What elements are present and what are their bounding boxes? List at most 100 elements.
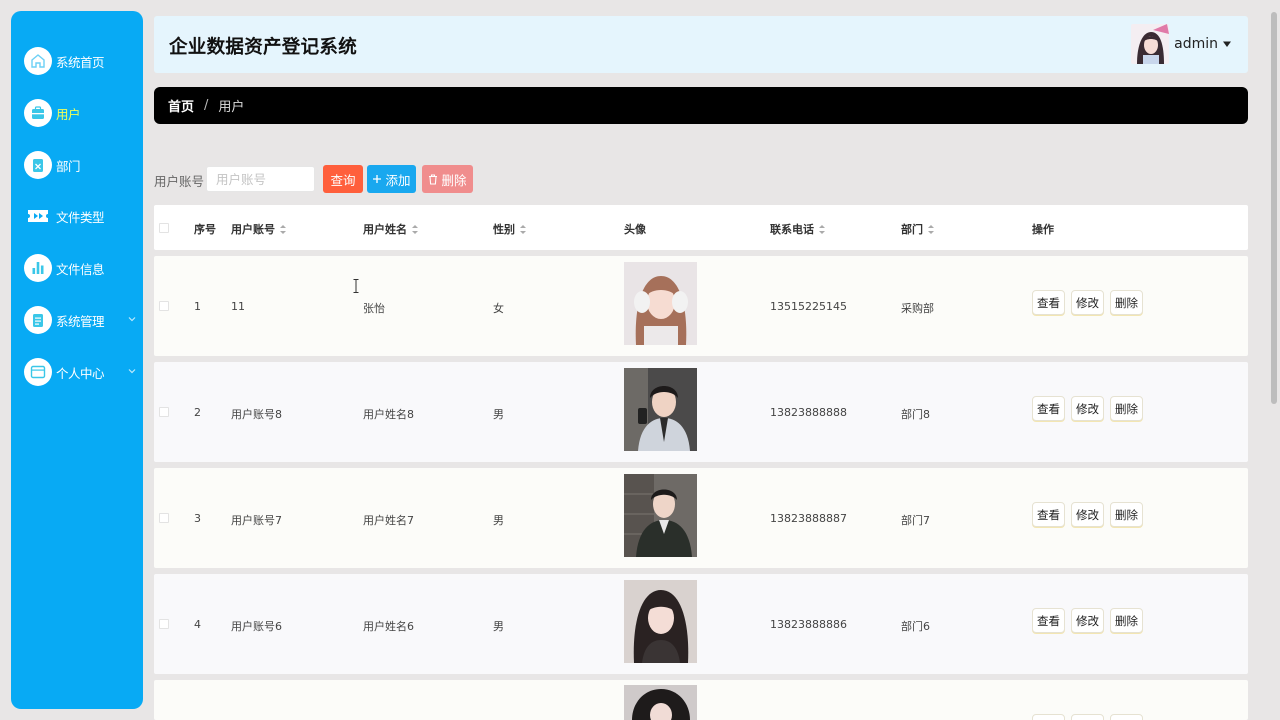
view-button[interactable] <box>1032 714 1065 720</box>
view-button[interactable]: 查看 <box>1032 502 1065 527</box>
table-header: 序号 用户账号 用户姓名 性别 头像 联系电话 部门 操作 <box>154 205 1248 250</box>
column-header-avatar: 头像 <box>624 223 646 236</box>
cell-gender: 男 <box>493 620 504 633</box>
view-button[interactable]: 查看 <box>1032 290 1065 315</box>
sort-icon <box>412 224 418 234</box>
user-avatar-image[interactable] <box>624 368 697 451</box>
edit-button[interactable]: 修改 <box>1071 396 1104 421</box>
cell-phone: 13823888888 <box>770 406 847 419</box>
user-menu[interactable]: admin <box>1131 24 1232 64</box>
cell-account: 用户账号6 <box>231 620 282 633</box>
text-cursor-icon <box>353 279 359 293</box>
sidebar-item-departments[interactable]: 部门 <box>24 149 139 181</box>
edit-button[interactable]: 修改 <box>1071 290 1104 315</box>
avatar <box>1131 24 1170 64</box>
breadcrumb-current: 用户 <box>218 100 245 115</box>
cell-department: 部门8 <box>901 408 930 421</box>
chevron-down-icon <box>128 369 136 374</box>
sort-icon <box>819 224 825 234</box>
table-row <box>154 680 1248 720</box>
sidebar-item-label: 系统首页 <box>56 54 105 70</box>
plus-icon <box>373 175 382 183</box>
cell-account: 用户账号7 <box>231 514 282 527</box>
sidebar-item-personal-center[interactable]: 个人中心 <box>24 356 139 388</box>
delete-button[interactable]: 删除 <box>1110 290 1143 315</box>
row-checkbox[interactable] <box>159 407 169 417</box>
view-button[interactable]: 查看 <box>1032 608 1065 633</box>
sidebar-item-users[interactable]: 用户 <box>24 97 139 129</box>
cell-name: 用户姓名6 <box>363 620 414 633</box>
cell-department: 采购部 <box>901 302 934 315</box>
column-header-index: 序号 <box>194 223 216 236</box>
user-avatar-image[interactable] <box>624 580 697 663</box>
cell-gender: 男 <box>493 514 504 527</box>
row-checkbox[interactable] <box>159 513 169 523</box>
cell-name: 用户姓名8 <box>363 408 414 421</box>
delete-button[interactable] <box>1110 714 1143 720</box>
bar-chart-icon <box>24 254 52 282</box>
sidebar: 系统首页 用户 部门 文件类型 文件信息 系统管理 个人中心 <box>11 11 143 709</box>
query-button-label: 查询 <box>330 172 356 188</box>
table-row: 4 用户账号6 用户姓名6 男 13823888886 部门6 查看 修改 删除 <box>154 574 1248 674</box>
briefcase-icon <box>24 99 52 127</box>
select-all-checkbox[interactable] <box>159 223 169 233</box>
search-input[interactable] <box>206 166 315 192</box>
row-checkbox[interactable] <box>159 619 169 629</box>
delete-button[interactable]: 删除 <box>1110 396 1143 421</box>
cell-account: 11 <box>231 300 245 313</box>
clipboard-icon <box>24 151 52 179</box>
trash-icon <box>429 173 438 185</box>
add-button[interactable]: 添加 <box>367 165 416 193</box>
home-icon <box>24 47 52 75</box>
cell-index: 1 <box>194 300 201 313</box>
view-button[interactable]: 查看 <box>1032 396 1065 421</box>
sidebar-item-label: 个人中心 <box>56 365 105 381</box>
search-label: 用户账号 <box>154 174 205 189</box>
cell-name: 用户姓名7 <box>363 514 414 527</box>
column-header-phone[interactable]: 联系电话 <box>770 221 825 237</box>
sidebar-item-label: 用户 <box>56 106 81 122</box>
table-row: 1 11 张怡 女 13515225145 采购部 查看 修改 删除 <box>154 256 1248 356</box>
delete-button[interactable]: 删除 <box>1110 502 1143 527</box>
table-row: 3 用户账号7 用户姓名7 男 13823888887 部门7 查看 修改 删除 <box>154 468 1248 568</box>
row-checkbox[interactable] <box>159 301 169 311</box>
cell-index: 4 <box>194 618 201 631</box>
batch-delete-button[interactable]: 删除 <box>422 165 473 193</box>
sidebar-item-home[interactable]: 系统首页 <box>24 45 139 77</box>
column-header-department[interactable]: 部门 <box>901 221 934 237</box>
add-button-label: 添加 <box>385 172 411 188</box>
sidebar-item-label: 文件类型 <box>56 209 105 225</box>
cell-gender: 女 <box>493 302 504 315</box>
column-header-gender[interactable]: 性别 <box>493 221 526 237</box>
cell-phone: 13515225145 <box>770 300 847 313</box>
cell-index: 2 <box>194 406 201 419</box>
top-header: 企业数据资产登记系统 admin <box>154 16 1248 73</box>
sort-icon <box>520 224 526 234</box>
sidebar-item-label: 系统管理 <box>56 313 105 329</box>
delete-button[interactable]: 删除 <box>1110 608 1143 633</box>
edit-button[interactable] <box>1071 714 1104 720</box>
sidebar-item-file-info[interactable]: 文件信息 <box>24 252 139 284</box>
user-avatar-image[interactable] <box>624 262 697 345</box>
cell-gender: 男 <box>493 408 504 421</box>
user-avatar-image[interactable] <box>624 474 697 557</box>
ticket-icon <box>24 202 52 230</box>
edit-button[interactable]: 修改 <box>1071 608 1104 633</box>
column-header-name[interactable]: 用户姓名 <box>363 221 418 237</box>
document-icon <box>24 306 52 334</box>
chevron-down-icon <box>128 317 136 322</box>
sidebar-item-system-management[interactable]: 系统管理 <box>24 304 139 336</box>
page-scrollbar[interactable] <box>1271 12 1277 404</box>
user-avatar-image[interactable] <box>624 685 697 720</box>
username: admin <box>1174 36 1218 52</box>
query-button[interactable]: 查询 <box>323 165 363 193</box>
sidebar-item-label: 部门 <box>56 158 81 174</box>
cell-department: 部门6 <box>901 620 930 633</box>
column-header-account[interactable]: 用户账号 <box>231 221 286 237</box>
breadcrumb-home[interactable]: 首页 <box>168 96 194 115</box>
breadcrumb: 首页 / 用户 <box>154 87 1248 124</box>
cell-account: 用户账号8 <box>231 408 282 421</box>
edit-button[interactable]: 修改 <box>1071 502 1104 527</box>
sidebar-item-file-types[interactable]: 文件类型 <box>24 200 139 232</box>
cell-phone: 13823888886 <box>770 618 847 631</box>
